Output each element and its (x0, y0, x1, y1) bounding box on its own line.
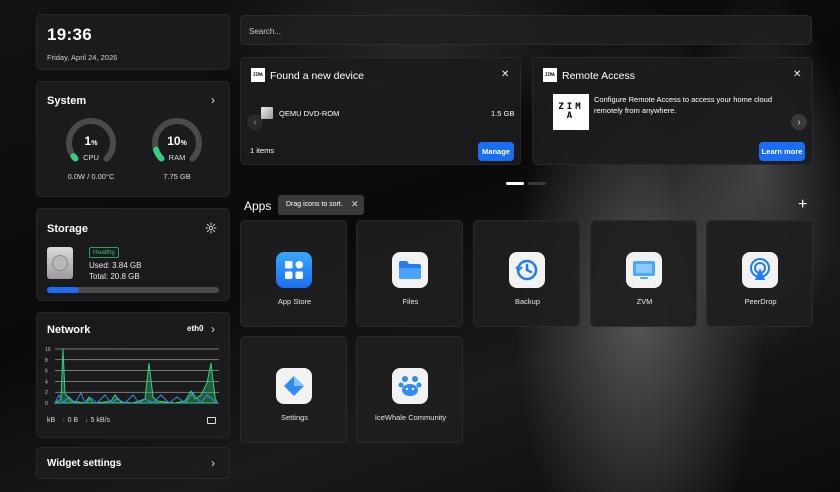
disc-drive-icon (261, 107, 273, 119)
app-label: Settings (280, 413, 309, 422)
system-chevron-right-icon[interactable]: › (211, 93, 215, 107)
status-badge: Healthy (89, 247, 120, 258)
icewhale-community-icon (392, 368, 428, 404)
peerdrop-icon (742, 252, 778, 288)
drag-hint-tooltip: Drag icons to sort. ✕ (278, 195, 364, 215)
add-app-icon[interactable]: + (798, 196, 807, 214)
storage-title: Storage (47, 223, 88, 235)
storage-usage-bar (47, 287, 219, 293)
app-label: Backup (514, 297, 541, 306)
gear-icon[interactable] (205, 221, 217, 239)
ram-gauge: 10% RAM (150, 116, 204, 170)
files-icon (392, 252, 428, 288)
network-interface[interactable]: eth0 (187, 324, 203, 333)
remote-access-description: Configure Remote Access to access your h… (594, 95, 773, 115)
network-title: Network (47, 324, 91, 336)
network-y-tick: 10 (45, 347, 51, 353)
app-tile-zvm[interactable]: ZVM (590, 220, 697, 327)
close-icon[interactable]: ✕ (501, 69, 509, 80)
clock-widget: 19:36 Friday, April 24, 2026 (36, 14, 230, 70)
cpu-sub: 0.0W / 0.00°C (67, 172, 115, 181)
learn-more-button[interactable]: Learn more (759, 142, 805, 161)
clock-time: 19:36 (47, 25, 92, 44)
new-device-title: Found a new device (270, 70, 364, 82)
app-tile-app-store[interactable]: App Store (240, 220, 347, 327)
system-title: System (47, 95, 87, 107)
storage-total: Total: 20.8 GB (89, 272, 140, 281)
backup-icon (509, 252, 545, 288)
widget-settings-label: Widget settings (47, 458, 122, 469)
apps-title: Apps (244, 199, 272, 213)
settings-icon (276, 368, 312, 404)
download-rate: 5 kB/s (90, 417, 110, 424)
storage-used: Used: 3.84 GB (89, 261, 142, 270)
app-store-icon (276, 252, 312, 288)
storage-usage-fill (47, 287, 79, 293)
app-tile-files[interactable]: Files (356, 220, 463, 327)
ram-label: RAM (168, 153, 186, 162)
network-footer: kB ↑ 0 B ↓ 5 kB/s (47, 417, 110, 424)
network-chevron-right-icon[interactable]: › (211, 322, 215, 336)
app-tile-backup[interactable]: Backup (473, 220, 580, 327)
manage-button[interactable]: Manage (478, 142, 514, 161)
network-y-tick: 2 (45, 390, 48, 396)
network-y-tick: 8 (45, 358, 48, 364)
app-tile-peerdrop[interactable]: PeerDrop (706, 220, 813, 327)
network-chart: 10 8 6 4 2 0 (45, 347, 219, 407)
cpu-gauge: 1% CPU (64, 116, 118, 170)
system-widget: System › 1% CPU 0.0W / 0.00°C 10% RAM 7.… (36, 81, 230, 197)
download-arrow-icon: ↓ (85, 417, 89, 424)
storage-widget: Storage Healthy Used: 3.84 GB Total: 20.… (36, 208, 230, 301)
network-unit: kB (47, 417, 56, 424)
app-label: PeerDrop (744, 297, 777, 306)
carousel-page-active[interactable] (506, 182, 524, 185)
widget-settings-button[interactable]: Widget settings › (36, 447, 230, 479)
ram-sub: 7.75 GB (163, 172, 191, 181)
remote-access-title: Remote Access (562, 70, 635, 82)
upload-rate: 0 B (67, 417, 79, 424)
upload-arrow-icon: ↑ (62, 417, 66, 424)
zima-large-logo-icon: ZIMA (553, 94, 589, 130)
remote-access-card: ZIMA Remote Access ✕ ZIMA Configure Remo… (532, 57, 813, 165)
ram-value: 10% (167, 134, 187, 148)
hard-drive-icon (47, 247, 73, 279)
cpu-value: 1% (84, 134, 98, 148)
app-tile-settings[interactable]: Settings (240, 336, 347, 443)
zima-logo-icon: ZIMA (251, 68, 265, 82)
zima-logo-icon: ZIMA (543, 68, 557, 82)
new-device-card: ZIMA Found a new device ✕ ‹ QEMU DVD-ROM… (240, 57, 521, 165)
carousel-next-icon[interactable]: › (791, 114, 807, 130)
monitor-icon[interactable] (207, 417, 216, 424)
app-tile-icewhale-community[interactable]: IceWhale Community (356, 336, 463, 443)
app-label: App Store (277, 297, 312, 306)
app-label: Files (402, 297, 419, 306)
app-label: IceWhale Community (374, 413, 447, 422)
device-count: 1 items (250, 146, 275, 155)
carousel-page-inactive[interactable] (528, 182, 546, 185)
zvm-icon (626, 252, 662, 288)
close-icon[interactable]: ✕ (793, 69, 801, 80)
drag-hint-text: Drag icons to sort. (286, 201, 343, 208)
network-y-tick: 6 (45, 369, 48, 375)
widget-settings-chevron-icon: › (211, 456, 215, 470)
search-input[interactable] (249, 16, 789, 46)
cpu-label: CPU (83, 153, 99, 162)
device-size: 1.5 GB (491, 109, 515, 118)
network-widget: Network eth0 › 10 8 6 4 2 0 kB ↑ 0 B ↓ 5 kB/s (36, 312, 230, 438)
close-hint-icon[interactable]: ✕ (351, 199, 359, 210)
clock-date: Friday, April 24, 2026 (47, 53, 118, 62)
app-label: ZVM (636, 297, 653, 306)
network-y-tick: 4 (45, 379, 48, 385)
search-bar (240, 15, 812, 46)
device-name: QEMU DVD-ROM (279, 109, 340, 118)
network-y-tick: 0 (45, 401, 48, 407)
